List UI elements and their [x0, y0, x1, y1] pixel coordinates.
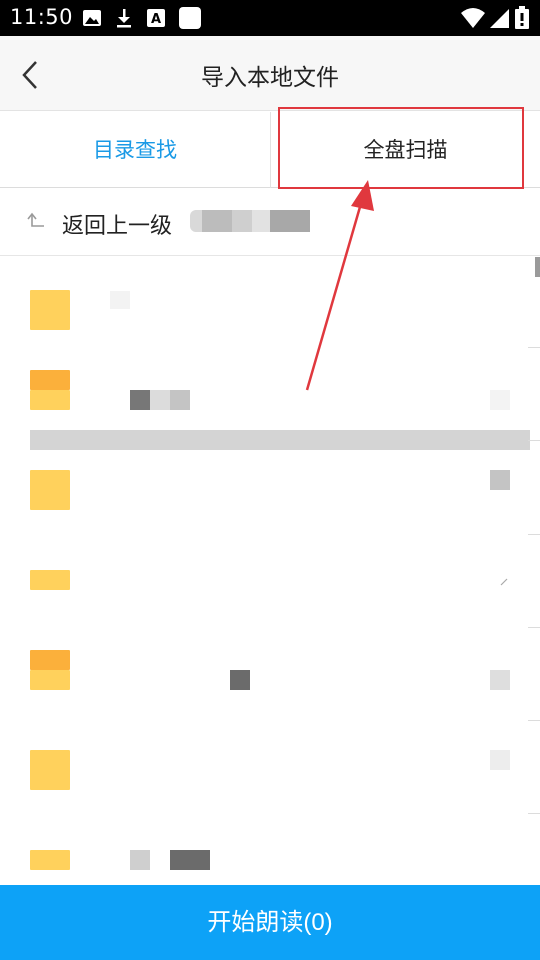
blurred-filename: [170, 850, 210, 870]
blurred-meta: [490, 670, 510, 690]
battery-icon: [515, 6, 529, 29]
row-separator: [528, 720, 540, 721]
blurred-filename: [110, 291, 130, 309]
blurred-path-segment: [202, 210, 232, 232]
start-reading-button[interactable]: 开始朗读(0): [0, 885, 540, 960]
row-separator: [528, 440, 540, 441]
blurred-filename: [170, 390, 190, 410]
signal-icon: [490, 9, 509, 28]
image-icon: [83, 10, 101, 26]
page-title: 导入本地文件: [201, 65, 339, 91]
folder-icon: [30, 470, 70, 510]
blurred-filename: [150, 390, 170, 410]
annotation-highlight-box: [278, 107, 524, 189]
blurred-filename: [130, 850, 150, 870]
blurred-path-segment: [232, 210, 252, 232]
blurred-filename: [130, 390, 150, 410]
go-up-label: 返回上一级: [62, 214, 173, 239]
blurred-path: [190, 210, 202, 232]
tab-directory-search[interactable]: 目录查找: [0, 112, 270, 188]
blurred-path-segment: [270, 210, 310, 232]
download-icon: [117, 9, 131, 28]
folder-icon: [30, 650, 70, 690]
folder-icon: [30, 370, 70, 410]
square-app-icon: [179, 7, 201, 29]
status-time: 11:50: [10, 5, 74, 29]
blurred-banner: [30, 430, 530, 450]
file-list[interactable]: [0, 257, 540, 885]
go-up-row[interactable]: 返回上一级: [0, 188, 540, 256]
chevron-right-icon: [500, 578, 508, 586]
blurred-meta: [490, 750, 510, 770]
status-bar: 11:50 A: [0, 0, 540, 36]
folder-icon: [30, 290, 70, 330]
row-separator: [528, 534, 540, 535]
blurred-filename: [230, 670, 250, 690]
level-up-icon: [27, 212, 44, 227]
text-a-icon: A: [147, 9, 165, 27]
folder-icon: [30, 750, 70, 790]
row-separator: [528, 813, 540, 814]
title-bar: 导入本地文件: [0, 36, 540, 111]
blurred-path-segment: [252, 210, 270, 232]
scrollbar-thumb[interactable]: [535, 257, 540, 277]
wifi-icon: [461, 8, 485, 28]
folder-icon: [30, 850, 70, 870]
blurred-meta: [490, 470, 510, 490]
svg-text:A: A: [151, 12, 161, 27]
blurred-meta: [490, 390, 510, 410]
row-separator: [528, 627, 540, 628]
row-separator: [528, 347, 540, 348]
folder-icon: [30, 570, 70, 590]
